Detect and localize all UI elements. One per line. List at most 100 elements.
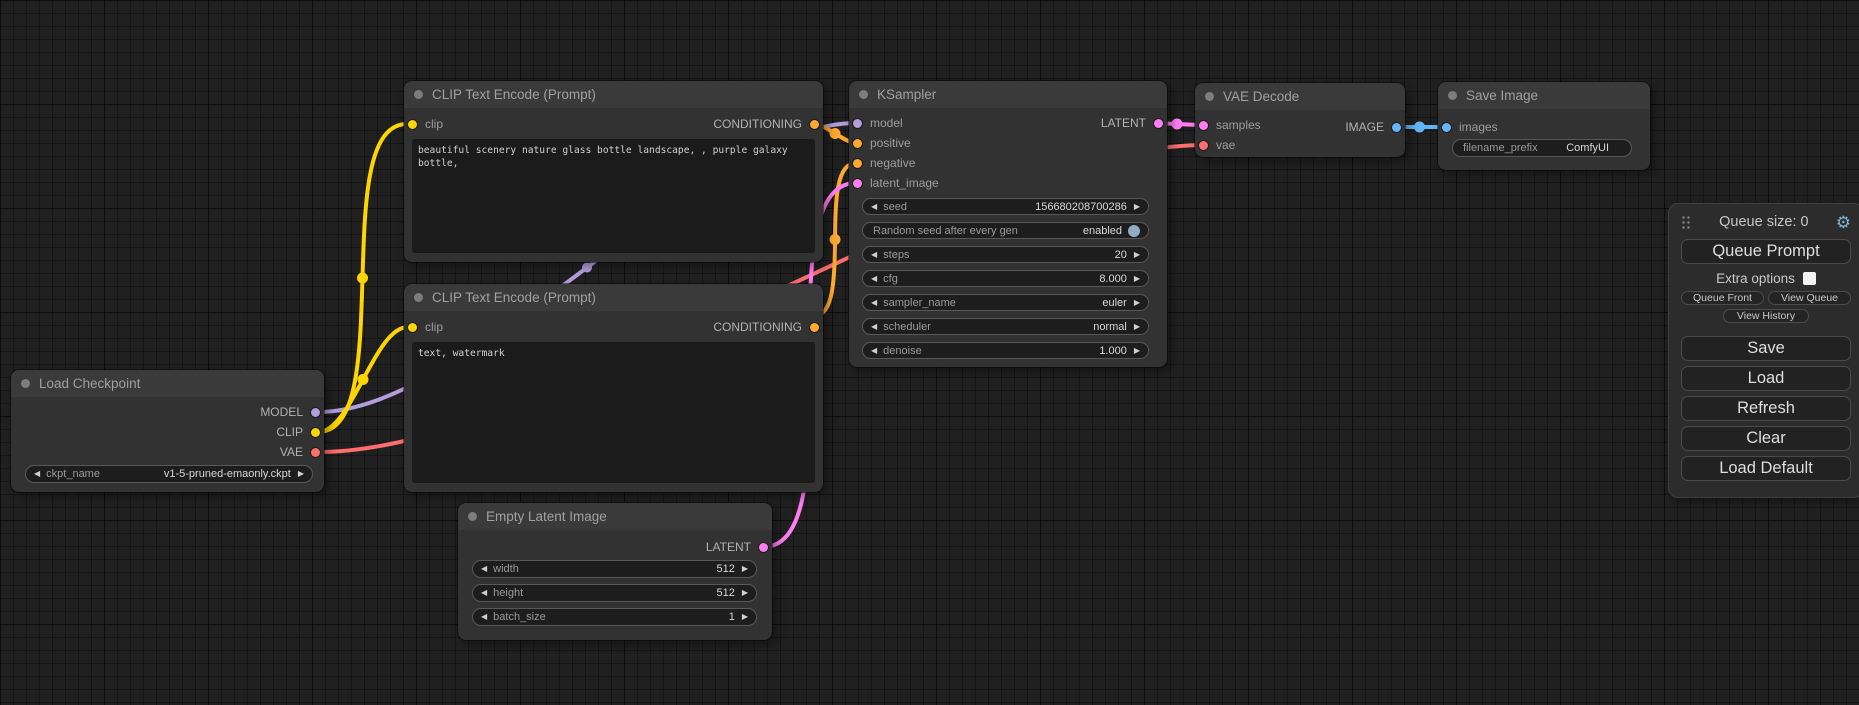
latent-port-icon[interactable] xyxy=(853,179,862,188)
node-save-image[interactable]: Save Image images filename_prefix ComfyU… xyxy=(1438,82,1650,170)
load-default-button[interactable]: Load Default xyxy=(1681,456,1851,481)
widget-seed[interactable]: ◀ seed 156680208700286 ▶ xyxy=(862,198,1149,215)
node-title: Empty Latent Image xyxy=(486,509,607,524)
increment-icon[interactable]: ▶ xyxy=(1134,323,1140,331)
widget-ckpt-name[interactable]: ◀ ckpt_name v1-5-pruned-emaonly.ckpt ▶ xyxy=(25,465,313,483)
link-midpoint-dot xyxy=(357,273,368,284)
increment-icon[interactable]: ▶ xyxy=(742,565,748,573)
widget-cfg[interactable]: ◀ cfg 8.000 ▶ xyxy=(862,270,1149,287)
latent-port-icon[interactable] xyxy=(1199,121,1208,130)
node-clip-text-encode-positive[interactable]: CLIP Text Encode (Prompt) clip CONDITION… xyxy=(404,81,823,262)
node-ksampler[interactable]: KSampler model positive negative latent_… xyxy=(849,81,1167,367)
toggle-on-icon[interactable] xyxy=(1128,225,1140,237)
node-status-dot-icon xyxy=(468,512,477,521)
image-port-icon[interactable] xyxy=(1392,123,1401,132)
node-empty-latent-image[interactable]: Empty Latent Image LATENT ◀ width 512 ▶ … xyxy=(458,503,772,640)
widget-width[interactable]: ◀ width 512 ▶ xyxy=(472,560,757,578)
widget-label: height xyxy=(493,587,523,599)
clear-button[interactable]: Clear xyxy=(1681,426,1851,451)
gear-icon[interactable]: ⚙ xyxy=(1836,214,1851,231)
increment-icon[interactable]: ▶ xyxy=(1134,299,1140,307)
clip-port-icon[interactable] xyxy=(311,428,320,437)
prompt-textarea[interactable]: text, watermark xyxy=(412,342,815,483)
image-port-icon[interactable] xyxy=(1442,123,1451,132)
increment-icon[interactable]: ▶ xyxy=(298,470,304,478)
conditioning-port-icon[interactable] xyxy=(810,323,819,332)
decrement-icon[interactable]: ◀ xyxy=(481,565,487,573)
widget-denoise[interactable]: ◀ denoise 1.000 ▶ xyxy=(862,342,1149,359)
view-history-button[interactable]: View History xyxy=(1723,309,1809,323)
extra-options-checkbox[interactable] xyxy=(1803,272,1816,285)
slot-label: LATENT xyxy=(706,540,751,554)
widget-label: batch_size xyxy=(493,611,546,623)
increment-icon[interactable]: ▶ xyxy=(1134,347,1140,355)
node-title-bar: Load Checkpoint xyxy=(11,370,324,397)
increment-icon[interactable]: ▶ xyxy=(742,613,748,621)
clip-port-icon[interactable] xyxy=(408,323,417,332)
view-queue-button[interactable]: View Queue xyxy=(1768,291,1851,305)
widget-sampler-name[interactable]: ◀ sampler_name euler ▶ xyxy=(862,294,1149,311)
input-slot-clip: clip xyxy=(408,117,443,131)
decrement-icon[interactable]: ◀ xyxy=(481,613,487,621)
node-load-checkpoint[interactable]: Load Checkpoint MODEL CLIP VAE ◀ ckpt_na… xyxy=(11,370,324,492)
widget-value: v1-5-pruned-emaonly.ckpt xyxy=(164,468,291,480)
refresh-button[interactable]: Refresh xyxy=(1681,396,1851,421)
widget-value: normal xyxy=(1093,321,1127,333)
drag-handle-icon[interactable] xyxy=(1681,215,1692,230)
slot-label: samples xyxy=(1216,118,1261,132)
node-title: Load Checkpoint xyxy=(39,376,140,391)
decrement-icon[interactable]: ◀ xyxy=(871,299,877,307)
output-slot-latent: LATENT xyxy=(1101,116,1163,130)
increment-icon[interactable]: ▶ xyxy=(1134,251,1140,259)
widget-label: denoise xyxy=(883,345,922,357)
conditioning-port-icon[interactable] xyxy=(853,159,862,168)
decrement-icon[interactable]: ◀ xyxy=(871,203,877,211)
load-button[interactable]: Load xyxy=(1681,366,1851,391)
model-port-icon[interactable] xyxy=(311,408,320,417)
input-slot-model: model xyxy=(853,116,903,130)
node-title: Save Image xyxy=(1466,88,1538,103)
conditioning-port-icon[interactable] xyxy=(810,120,819,129)
decrement-icon[interactable]: ◀ xyxy=(34,470,40,478)
decrement-icon[interactable]: ◀ xyxy=(871,251,877,259)
node-clip-text-encode-negative[interactable]: CLIP Text Encode (Prompt) clip CONDITION… xyxy=(404,284,823,492)
widget-label: ckpt_name xyxy=(46,468,100,480)
widget-random-seed-toggle[interactable]: Random seed after every gen enabled xyxy=(862,222,1149,239)
widget-height[interactable]: ◀ height 512 ▶ xyxy=(472,584,757,602)
widget-label: seed xyxy=(883,201,907,213)
increment-icon[interactable]: ▶ xyxy=(1134,275,1140,283)
node-title-bar: KSampler xyxy=(849,81,1167,108)
widget-filename-prefix[interactable]: filename_prefix ComfyUI xyxy=(1452,139,1632,157)
widget-steps[interactable]: ◀ steps 20 ▶ xyxy=(862,246,1149,263)
widget-scheduler[interactable]: ◀ scheduler normal ▶ xyxy=(862,318,1149,335)
save-button[interactable]: Save xyxy=(1681,336,1851,361)
slot-label: vae xyxy=(1216,138,1235,152)
queue-front-button[interactable]: Queue Front xyxy=(1681,291,1764,305)
latent-port-icon[interactable] xyxy=(759,543,768,552)
widget-value: 156680208700286 xyxy=(1035,201,1127,213)
node-title: CLIP Text Encode (Prompt) xyxy=(432,290,596,305)
vae-port-icon[interactable] xyxy=(311,448,320,457)
conditioning-port-icon[interactable] xyxy=(853,139,862,148)
clip-port-icon[interactable] xyxy=(408,120,417,129)
prompt-textarea[interactable]: beautiful scenery nature glass bottle la… xyxy=(412,139,815,253)
comfyui-canvas[interactable]: { "colors": { "model": "#B39DDB", "clip"… xyxy=(0,0,1859,705)
vae-port-icon[interactable] xyxy=(1199,141,1208,150)
decrement-icon[interactable]: ◀ xyxy=(871,275,877,283)
node-vae-decode[interactable]: VAE Decode samples vae IMAGE xyxy=(1195,83,1405,157)
queue-prompt-button[interactable]: Queue Prompt xyxy=(1681,239,1851,264)
decrement-icon[interactable]: ◀ xyxy=(871,323,877,331)
slot-label: CONDITIONING xyxy=(713,320,802,334)
increment-icon[interactable]: ▶ xyxy=(1134,203,1140,211)
slot-label: VAE xyxy=(280,445,303,459)
decrement-icon[interactable]: ◀ xyxy=(481,589,487,597)
decrement-icon[interactable]: ◀ xyxy=(871,347,877,355)
node-status-dot-icon xyxy=(859,90,868,99)
widget-batch-size[interactable]: ◀ batch_size 1 ▶ xyxy=(472,608,757,626)
node-status-dot-icon xyxy=(21,379,30,388)
latent-port-icon[interactable] xyxy=(1154,119,1163,128)
increment-icon[interactable]: ▶ xyxy=(742,589,748,597)
link-midpoint-dot xyxy=(1414,122,1425,133)
model-port-icon[interactable] xyxy=(853,119,862,128)
widget-value: 512 xyxy=(716,563,734,575)
